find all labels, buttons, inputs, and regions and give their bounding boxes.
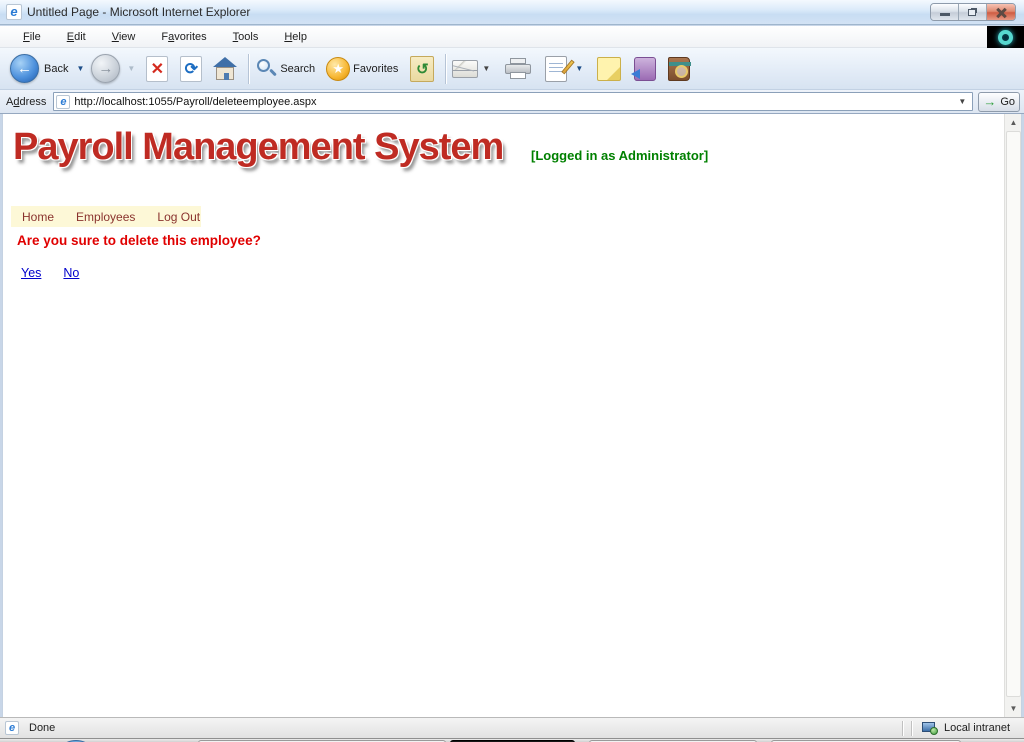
- favorites-label: Favorites: [353, 62, 399, 75]
- restore-button[interactable]: [959, 4, 987, 20]
- site-nav-menu: Home Employees Log Out: [11, 206, 201, 227]
- confirmation-links: Yes No: [21, 266, 79, 280]
- status-left-panel: e Done: [0, 721, 898, 735]
- back-dropdown-icon[interactable]: ▼: [76, 64, 84, 73]
- windows-brand-logo: [987, 26, 1024, 48]
- address-bar: Address e ▼ → Go: [0, 90, 1024, 114]
- forward-icon: →: [91, 54, 121, 83]
- status-separator: [910, 720, 912, 736]
- research-icon: [668, 56, 692, 81]
- back-button[interactable]: ← Back ▼: [8, 54, 89, 83]
- menu-file[interactable]: File: [10, 28, 54, 46]
- refresh-button[interactable]: ⟳: [176, 54, 206, 84]
- minimize-button[interactable]: [931, 4, 959, 20]
- search-label: Search: [280, 62, 316, 75]
- menu-tools[interactable]: Tools: [220, 28, 272, 46]
- minimize-icon: [940, 13, 950, 16]
- delete-confirmation-text: Are you sure to delete this employee?: [17, 233, 261, 248]
- back-icon: ←: [10, 54, 39, 83]
- window-controls: [930, 3, 1016, 21]
- security-zone-panel: Local intranet: [916, 721, 1024, 735]
- forward-dropdown-icon[interactable]: ▼: [127, 64, 135, 73]
- research-button[interactable]: [664, 54, 694, 84]
- address-label: Address: [6, 95, 47, 108]
- title-bar: e Untitled Page - Microsoft Internet Exp…: [0, 0, 1024, 25]
- search-icon: [255, 58, 278, 80]
- status-text: Done: [29, 722, 56, 734]
- favorites-button[interactable]: ★ Favorites: [326, 56, 401, 81]
- scrollbar-thumb[interactable]: [1006, 131, 1021, 697]
- restore-icon: [968, 9, 976, 16]
- taskbar-sliver: [0, 738, 1024, 742]
- mail-dropdown-icon[interactable]: ▼: [482, 64, 490, 73]
- back-label: Back: [44, 62, 69, 75]
- vertical-scrollbar[interactable]: ▲ ▼: [1004, 114, 1021, 717]
- nav-item-home[interactable]: Home: [11, 210, 65, 224]
- login-status: [Logged in as Administrator]: [531, 148, 709, 163]
- yes-link[interactable]: Yes: [21, 266, 41, 280]
- favorites-star-icon: ★: [326, 56, 351, 81]
- browser-viewport: Payroll Management System [Logged in as …: [2, 114, 1022, 717]
- status-bar: e Done Local intranet: [0, 717, 1024, 738]
- standard-toolbar: ← Back ▼ → ▼ ✕ ⟳ Search ★ Favorites ↺ ▼ …: [0, 48, 1024, 90]
- toolbar-separator: [445, 53, 447, 84]
- menu-help[interactable]: Help: [271, 28, 320, 46]
- page-title: Payroll Management System: [13, 126, 504, 168]
- security-zone-text: Local intranet: [943, 722, 1010, 734]
- search-button[interactable]: Search: [255, 58, 318, 80]
- messenger-button[interactable]: [630, 54, 660, 84]
- edit-dropdown-icon[interactable]: ▼: [575, 64, 583, 73]
- address-dropdown-icon[interactable]: ▼: [954, 97, 970, 106]
- stop-icon: ✕: [146, 55, 169, 82]
- status-separator: [901, 720, 903, 736]
- go-button[interactable]: → Go: [978, 91, 1020, 112]
- page-favicon-icon: e: [56, 94, 71, 109]
- history-icon: ↺: [410, 55, 435, 82]
- scroll-up-icon[interactable]: ▲: [1005, 114, 1021, 131]
- menu-view[interactable]: View: [99, 28, 149, 46]
- nav-item-logout[interactable]: Log Out: [146, 210, 211, 224]
- menu-edit[interactable]: Edit: [54, 28, 99, 46]
- nav-item-employees[interactable]: Employees: [65, 210, 146, 224]
- forward-button[interactable]: → ▼: [89, 54, 140, 83]
- address-input[interactable]: [74, 95, 955, 108]
- brand-ring-icon: [998, 29, 1013, 45]
- sticky-note-icon: [597, 56, 622, 81]
- toolbar-separator: [248, 53, 250, 84]
- print-icon: [505, 57, 532, 80]
- go-arrow-icon: →: [983, 94, 997, 109]
- status-page-icon: e: [5, 721, 19, 735]
- history-button[interactable]: ↺: [407, 54, 437, 84]
- edit-icon: [545, 55, 576, 82]
- home-icon: [212, 56, 238, 81]
- edit-button[interactable]: ▼: [545, 55, 588, 82]
- ie-logo-icon: e: [6, 4, 22, 20]
- mail-icon: [452, 59, 479, 78]
- local-intranet-icon: [921, 721, 938, 735]
- address-field[interactable]: e ▼: [53, 92, 974, 111]
- go-label: Go: [1000, 95, 1015, 108]
- print-button[interactable]: [503, 54, 533, 84]
- window-title: Untitled Page - Microsoft Internet Explo…: [27, 5, 251, 19]
- menu-bar: File Edit View Favorites Tools Help: [0, 26, 1024, 48]
- close-icon: [995, 7, 1007, 19]
- scroll-down-icon[interactable]: ▼: [1005, 700, 1021, 717]
- note-button[interactable]: [594, 54, 624, 84]
- messenger-icon: [631, 56, 657, 81]
- refresh-icon: ⟳: [180, 55, 203, 82]
- close-button[interactable]: [987, 4, 1015, 20]
- home-button[interactable]: [210, 54, 240, 84]
- no-link[interactable]: No: [63, 266, 79, 280]
- desktop: { "window": { "title": "Untitled Page - …: [0, 0, 1024, 742]
- menu-favorites[interactable]: Favorites: [148, 28, 219, 46]
- mail-button[interactable]: ▼: [452, 59, 495, 78]
- stop-button[interactable]: ✕: [142, 54, 172, 84]
